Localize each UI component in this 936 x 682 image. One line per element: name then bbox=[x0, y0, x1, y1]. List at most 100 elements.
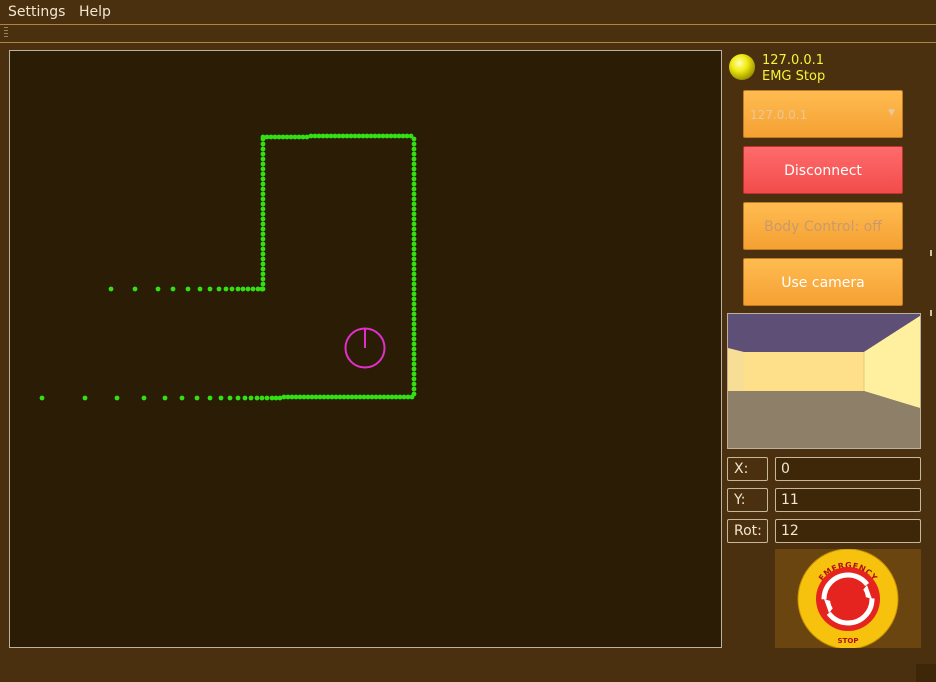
y-field[interactable]: 11 bbox=[775, 488, 921, 512]
wall-point bbox=[277, 395, 283, 401]
wall-point bbox=[197, 286, 203, 292]
chevron-down-icon: ▼ bbox=[888, 108, 895, 118]
wall-point bbox=[411, 246, 417, 252]
wall-point bbox=[240, 286, 246, 292]
wall-point bbox=[411, 231, 417, 237]
wall-point bbox=[411, 216, 417, 222]
status-led-icon bbox=[729, 54, 755, 80]
toolbar-grip-icon[interactable] bbox=[4, 27, 8, 39]
wall-point bbox=[411, 136, 417, 142]
wall-point bbox=[39, 395, 45, 401]
emergency-stop-icon: EMERGENCY STOP bbox=[797, 548, 899, 650]
wall-point bbox=[235, 395, 241, 401]
use-camera-button[interactable]: Use camera bbox=[743, 258, 903, 306]
wall-point bbox=[260, 176, 266, 182]
wall-point bbox=[411, 271, 417, 277]
map-view[interactable] bbox=[9, 50, 722, 648]
wall-point bbox=[260, 236, 266, 242]
wall-point bbox=[411, 256, 417, 262]
y-label: Y: bbox=[727, 488, 768, 512]
wall-point bbox=[411, 156, 417, 162]
wall-point bbox=[260, 251, 266, 257]
wall-point bbox=[411, 266, 417, 272]
wall-point bbox=[304, 134, 310, 140]
menu-settings[interactable]: Settings bbox=[8, 4, 65, 20]
wall-point bbox=[260, 141, 266, 147]
wall-point bbox=[411, 146, 417, 152]
wall-point bbox=[411, 241, 417, 247]
wall-point bbox=[260, 241, 266, 247]
camera-image bbox=[728, 314, 920, 448]
wall-point bbox=[411, 341, 417, 347]
wall-point bbox=[260, 206, 266, 212]
wall-point bbox=[411, 141, 417, 147]
robot-marker-icon bbox=[344, 327, 386, 369]
rot-label: Rot: bbox=[727, 519, 768, 543]
rot-field[interactable]: 12 bbox=[775, 519, 921, 543]
wall-point bbox=[260, 151, 266, 157]
wall-point bbox=[411, 286, 417, 292]
wall-point bbox=[260, 261, 266, 267]
wall-point bbox=[216, 286, 222, 292]
wall-point bbox=[260, 256, 266, 262]
wall-point bbox=[411, 196, 417, 202]
wall-point bbox=[411, 176, 417, 182]
wall-point bbox=[411, 151, 417, 157]
wall-point bbox=[141, 395, 147, 401]
x-label: X: bbox=[727, 457, 768, 481]
wall-point bbox=[250, 286, 256, 292]
wall-point bbox=[411, 201, 417, 207]
menu-help[interactable]: Help bbox=[79, 4, 111, 20]
wall-point bbox=[411, 316, 417, 322]
wall-point bbox=[260, 146, 266, 152]
wall-point bbox=[207, 286, 213, 292]
wall-point bbox=[207, 395, 213, 401]
wall-point bbox=[82, 395, 88, 401]
wall-point bbox=[411, 381, 417, 387]
wall-point bbox=[179, 395, 185, 401]
x-field[interactable]: 0 bbox=[775, 457, 921, 481]
disconnect-button[interactable]: Disconnect bbox=[743, 146, 903, 194]
wall-point bbox=[227, 395, 233, 401]
host-select-value: 127.0.0.1 bbox=[750, 108, 808, 122]
wall-point bbox=[411, 366, 417, 372]
wall-point bbox=[411, 356, 417, 362]
wall-point bbox=[248, 395, 254, 401]
wall-point bbox=[411, 186, 417, 192]
camera-preview bbox=[727, 313, 921, 449]
wall-point bbox=[411, 206, 417, 212]
wall-point bbox=[411, 346, 417, 352]
wall-point bbox=[411, 161, 417, 167]
wall-point bbox=[254, 395, 260, 401]
wall-point bbox=[411, 296, 417, 302]
toolbar-separator bbox=[0, 42, 936, 43]
wall-point bbox=[411, 251, 417, 257]
wall-point bbox=[260, 191, 266, 197]
wall-point bbox=[260, 271, 266, 277]
wall-point bbox=[185, 286, 191, 292]
emergency-stop-button[interactable]: EMERGENCY STOP bbox=[775, 548, 921, 650]
window-edge-mark bbox=[930, 250, 932, 256]
status-state: EMG Stop bbox=[762, 69, 826, 84]
wall-point bbox=[260, 156, 266, 162]
host-select[interactable]: 127.0.0.1 ▼ bbox=[743, 90, 903, 138]
wall-point bbox=[155, 286, 161, 292]
wall-point bbox=[411, 291, 417, 297]
wall-point bbox=[260, 286, 266, 292]
wall-point bbox=[411, 306, 417, 312]
wall-point bbox=[260, 216, 266, 222]
wall-point bbox=[411, 191, 417, 197]
body-control-button[interactable]: Body Control: off bbox=[743, 202, 903, 250]
wall-point bbox=[260, 196, 266, 202]
wall-point bbox=[409, 394, 415, 400]
wall-point bbox=[162, 395, 168, 401]
size-grip[interactable] bbox=[916, 664, 936, 682]
wall-point-cloud bbox=[39, 133, 417, 401]
wall-point bbox=[411, 236, 417, 242]
wall-point bbox=[170, 286, 176, 292]
wall-point bbox=[411, 211, 417, 217]
wall-point bbox=[411, 276, 417, 282]
wall-point bbox=[260, 171, 266, 177]
wall-point bbox=[223, 286, 229, 292]
wall-point bbox=[260, 166, 266, 172]
